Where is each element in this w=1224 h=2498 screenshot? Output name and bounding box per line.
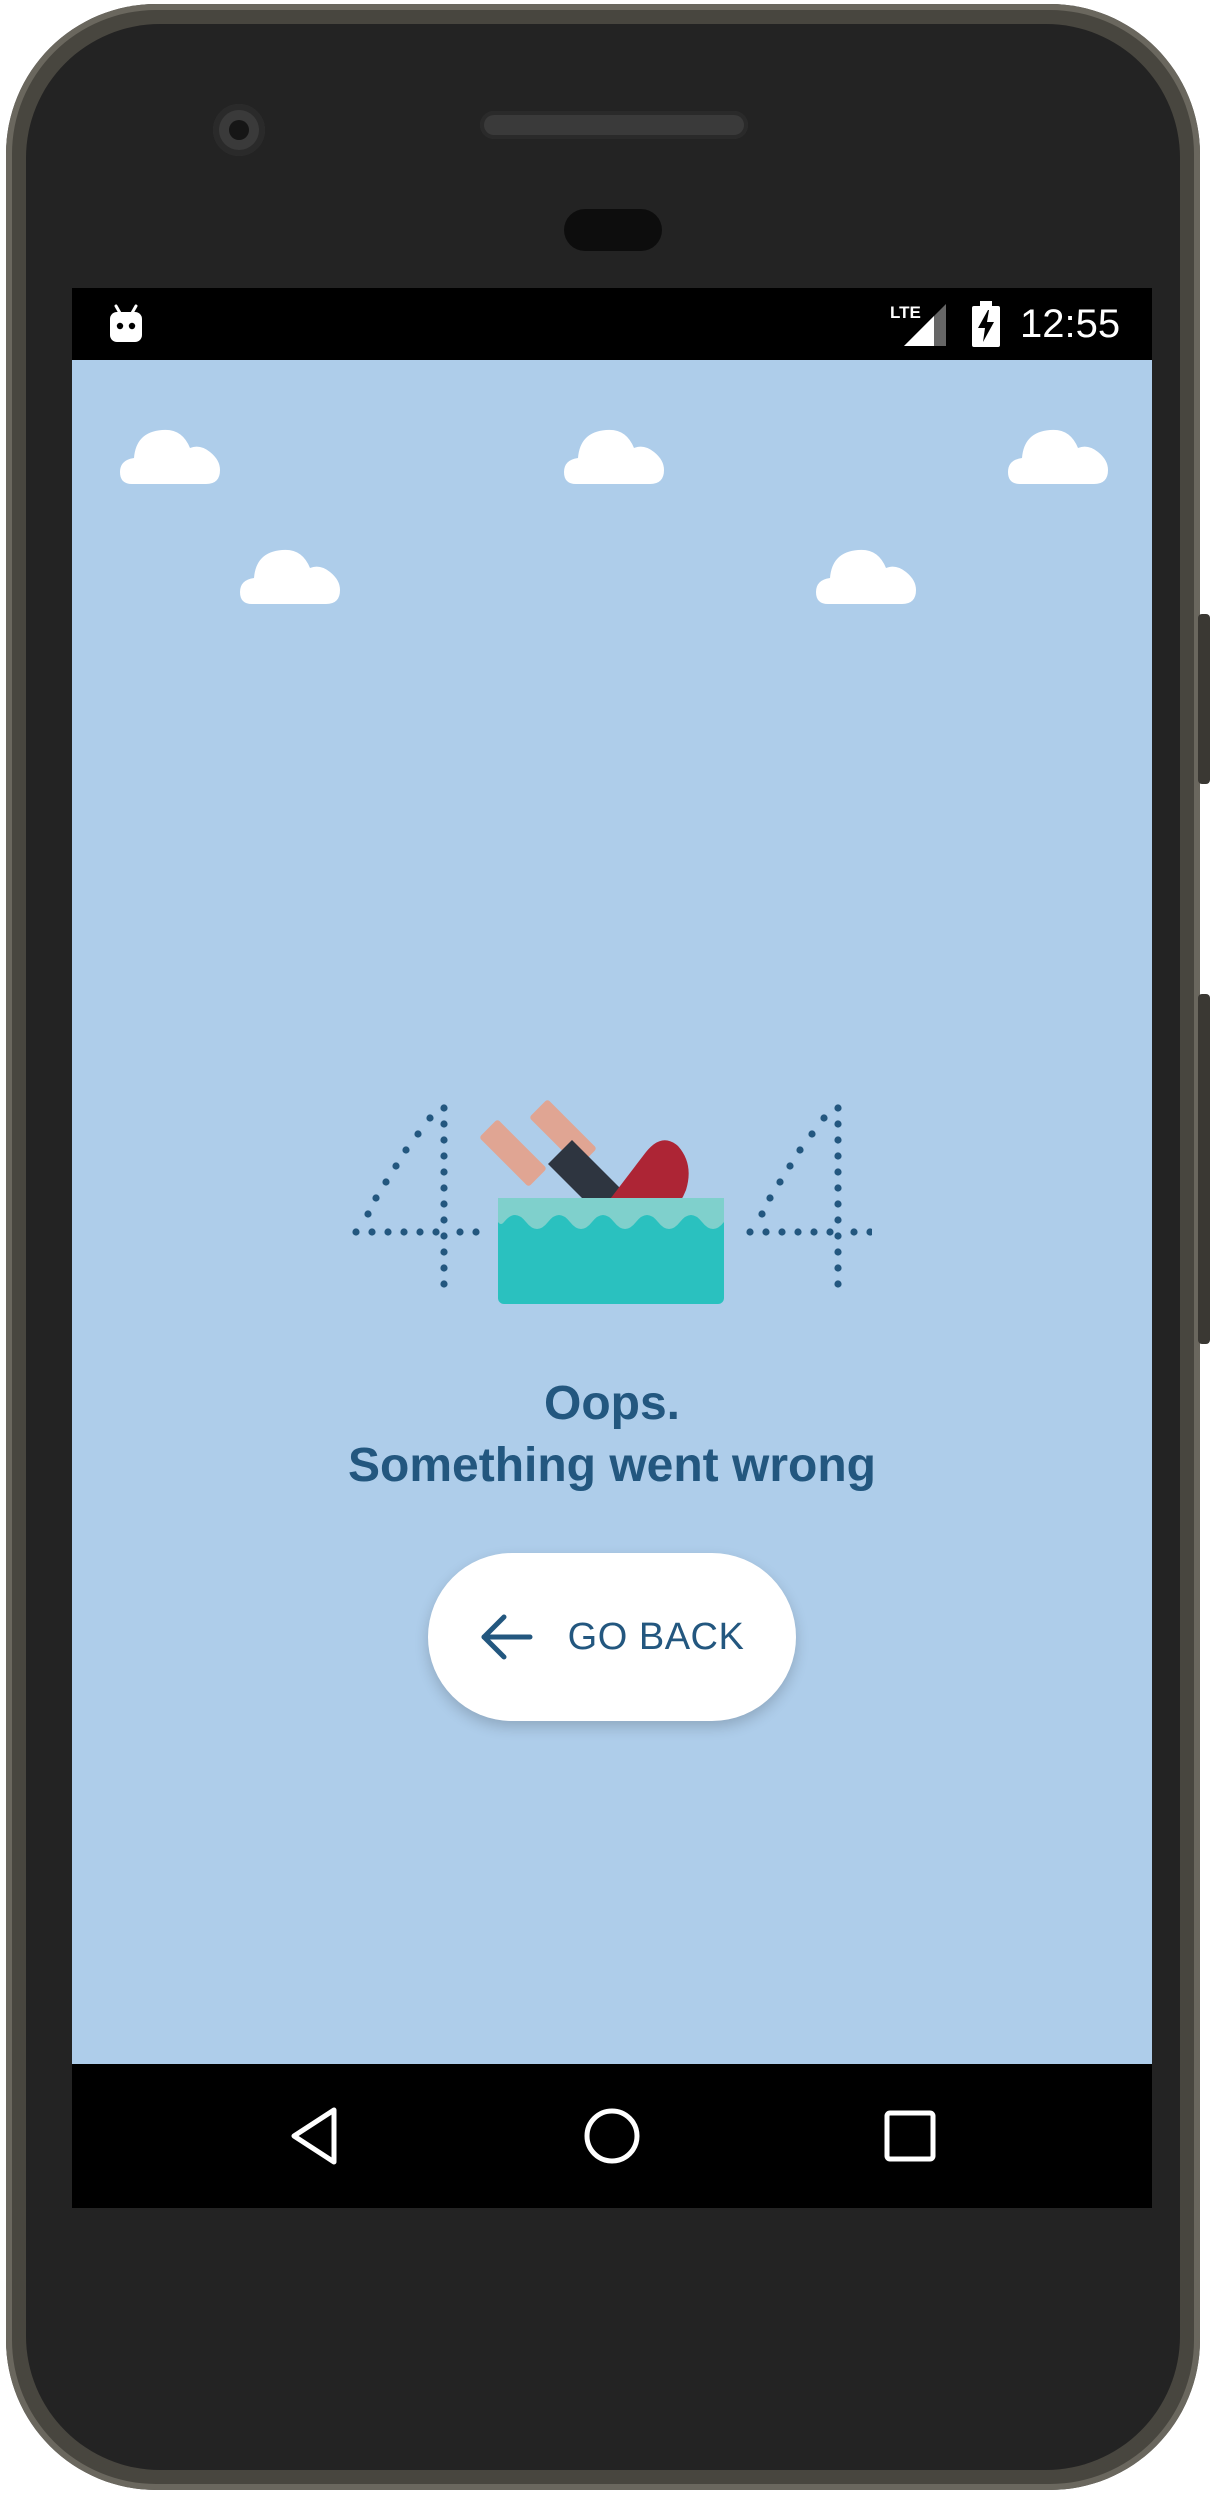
go-back-label: GO BACK	[567, 1615, 745, 1658]
android-debug-icon	[110, 304, 142, 342]
battery-charging-icon	[972, 301, 1000, 347]
error-title: Oops.	[543, 1377, 680, 1430]
side-button-top	[1198, 614, 1210, 784]
sinking-ship-404-illustration	[352, 1100, 872, 1304]
screen: LTE 12:55 Oops. Something went wrong GO …	[72, 288, 1152, 2208]
back-triangle-icon[interactable]	[286, 2106, 346, 2166]
navigation-bar	[72, 2064, 1152, 2208]
cloud-icon	[120, 429, 220, 484]
lte-signal-icon: LTE	[890, 303, 946, 346]
dotted-four-left	[352, 1104, 480, 1288]
dotted-four-right	[746, 1104, 872, 1288]
front-camera	[213, 104, 265, 156]
status-bar: LTE 12:55	[72, 288, 1152, 360]
water-icon	[498, 1198, 724, 1304]
side-button-volume	[1198, 994, 1210, 1344]
error-message: Oops. Something went wrong	[72, 1373, 1152, 1497]
cloud-icon	[1008, 429, 1108, 484]
arrow-left-icon	[481, 1614, 533, 1660]
earpiece-speaker	[480, 111, 748, 139]
home-circle-icon[interactable]	[582, 2106, 642, 2166]
svg-text:LTE: LTE	[890, 303, 921, 322]
status-clock: 12:55	[1020, 302, 1121, 346]
error-subtitle: Something went wrong	[348, 1439, 876, 1492]
cloud-icon	[564, 429, 664, 484]
go-back-button[interactable]: GO BACK	[428, 1553, 796, 1721]
recents-square-icon[interactable]	[880, 2106, 940, 2166]
cloud-icon	[816, 549, 916, 604]
cloud-icon	[240, 549, 340, 604]
proximity-sensor	[564, 209, 662, 251]
phone-frame: LTE 12:55 Oops. Something went wrong GO …	[6, 4, 1210, 2490]
